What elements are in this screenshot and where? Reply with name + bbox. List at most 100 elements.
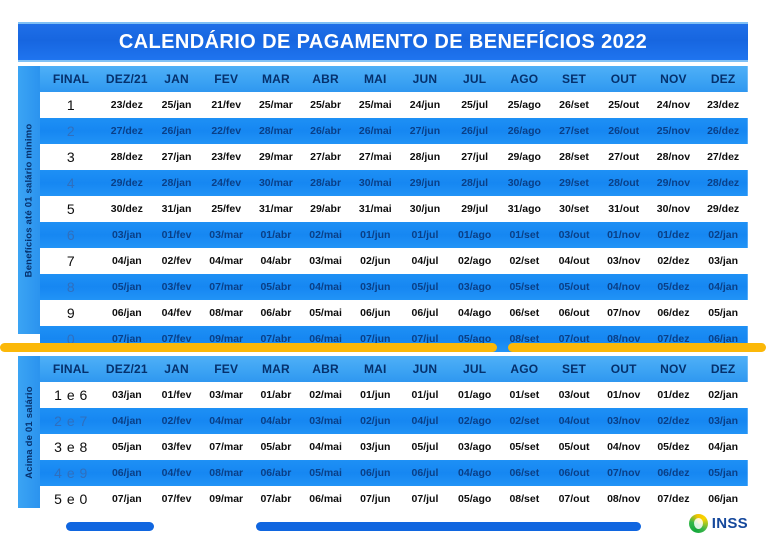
payment-date-cell: 28/dez [707,177,740,189]
row-final-digit: 7 [66,253,76,269]
table-row: 1 23/dez 25/jan 21/fev 25/mar 25/abr 25/mai 24/… [40,92,748,118]
payment-date-cell: 01/set [509,389,540,401]
payment-date-cell: 02/fev [161,255,192,267]
table-row: 5 30/dez 31/jan 25/fev 31/mar 29/abr 31/mai 30/… [40,196,748,222]
column-header: OUT [610,362,637,376]
payment-date-cell: 28/jan [161,177,192,189]
payment-date-cell: 30/dez [110,203,143,215]
payment-date-cell: 06/jan [708,493,739,505]
payment-date-cell: 04/jan [708,281,739,293]
page-title-banner: CALENDÁRIO DE PAGAMENTO DE BENEFÍCIOS 20… [18,22,748,62]
payment-date-cell: 07/mar [209,441,244,453]
payment-date-cell: 07/dez [657,493,690,505]
row-final-digit: 6 [66,227,76,243]
payment-date-cell: 26/set [559,99,589,111]
payment-date-cell: 04/mar [209,415,244,427]
table-body: 1 23/dez 25/jan 21/fev 25/mar 25/abr 25/mai 24/… [40,92,748,352]
payment-date-cell: 01/jul [411,389,439,401]
payment-date-cell: 27/jan [161,151,192,163]
payment-date-cell: 27/dez [110,125,143,137]
column-header: AGO [510,72,539,86]
payment-date-cell: 25/jan [161,99,192,111]
payment-date-cell: 04/jan [111,255,142,267]
payment-date-cell: 06/jun [360,307,391,319]
row-final-digit: 2 e 7 [54,413,88,429]
payment-date-cell: 30/ago [507,177,541,189]
column-header: DEZ/21 [105,72,148,86]
payment-date-cell: 03/fev [161,441,192,453]
inss-logo-icon [688,514,708,533]
payment-date-cell: 03/jan [708,255,739,267]
payment-date-cell: 30/set [559,203,589,215]
payment-date-cell: 01/fev [161,229,192,241]
column-header: AGO [510,362,539,376]
payment-calendar-table-minimum-wage: FINAL DEZ/21 JAN FEV MAR ABR MAI JUN JUL AGO SET OU… [40,66,748,352]
table-row: 2 27/dez 26/jan 22/fev 28/mar 26/abr 26/mai 27/… [40,118,748,144]
payment-date-cell: 04/abr [260,415,292,427]
column-header: MAI [363,72,387,86]
payment-date-cell: 03/jan [111,229,142,241]
column-header: ABR [312,362,339,376]
payment-date-cell: 28/dez [110,151,143,163]
payment-date-cell: 01/ago [458,229,492,241]
payment-date-cell: 03/fev [161,281,192,293]
payment-date-cell: 02/jun [360,255,391,267]
payment-date-cell: 04/jul [411,415,439,427]
payment-date-cell: 25/nov [656,125,691,137]
payment-date-cell: 03/ago [458,441,492,453]
payment-date-cell: 29/dez [110,177,143,189]
payment-date-cell: 08/nov [607,493,641,505]
payment-date-cell: 05/jul [411,441,439,453]
payment-date-cell: 02/dez [657,415,690,427]
payment-date-cell: 26/ago [507,125,541,137]
payment-date-cell: 04/fev [161,307,192,319]
payment-date-cell: 28/set [559,151,589,163]
payment-date-cell: 26/jan [161,125,192,137]
payment-date-cell: 03/out [558,229,590,241]
payment-date-cell: 02/jan [708,229,739,241]
payment-date-cell: 23/dez [110,99,143,111]
payment-date-cell: 04/mai [309,441,342,453]
payment-date-cell: 09/mar [209,493,244,505]
column-header: JUN [412,362,438,376]
row-final-digit: 5 [66,201,76,217]
page-title: CALENDÁRIO DE PAGAMENTO DE BENEFÍCIOS 20… [118,30,648,53]
payment-date-cell: 27/jun [409,125,441,137]
payment-date-cell: 31/mai [358,203,392,215]
payment-date-cell: 04/ago [458,307,492,319]
payment-date-cell: 06/abr [260,467,292,479]
payment-date-cell: 23/dez [707,99,740,111]
row-final-digit: 8 [66,279,76,295]
column-header: JAN [164,72,189,86]
column-header: FINAL [52,72,90,86]
payment-date-cell: 06/jul [411,467,439,479]
payment-date-cell: 06/dez [657,307,690,319]
payment-date-cell: 08/set [509,493,540,505]
payment-date-cell: 28/nov [656,151,691,163]
payment-date-cell: 01/abr [260,229,292,241]
column-header: FEV [214,72,239,86]
table-row: 6 03/jan 01/fev 03/mar 01/abr 02/mai 01/jun 01/… [40,222,748,248]
footer-bar-left [66,522,154,531]
payment-date-cell: 28/mar [258,125,293,137]
payment-date-cell: 03/jan [111,389,142,401]
payment-date-cell: 26/mai [358,125,392,137]
payment-date-cell: 25/jul [461,99,489,111]
payment-date-cell: 01/fev [161,389,192,401]
payment-date-cell: 29/set [559,177,589,189]
payment-date-cell: 29/nov [656,177,691,189]
inss-logo-text: INSS [711,515,748,532]
section-label-above-minimum-wage: Acima de 01 salário [18,356,40,508]
column-header: OUT [610,72,637,86]
column-header: JUL [463,72,487,86]
table-row: 4 29/dez 28/jan 24/fev 30/mar 28/abr 30/mai 29/… [40,170,748,196]
payment-date-cell: 06/jan [111,307,142,319]
payment-date-cell: 07/fev [161,493,192,505]
payment-date-cell: 31/out [608,203,640,215]
payment-date-cell: 30/mar [258,177,293,189]
payment-date-cell: 01/set [509,229,540,241]
row-final-digit: 1 [66,97,76,113]
payment-date-cell: 27/dez [707,151,740,163]
payment-date-cell: 01/nov [607,229,641,241]
column-header: JUL [463,362,487,376]
